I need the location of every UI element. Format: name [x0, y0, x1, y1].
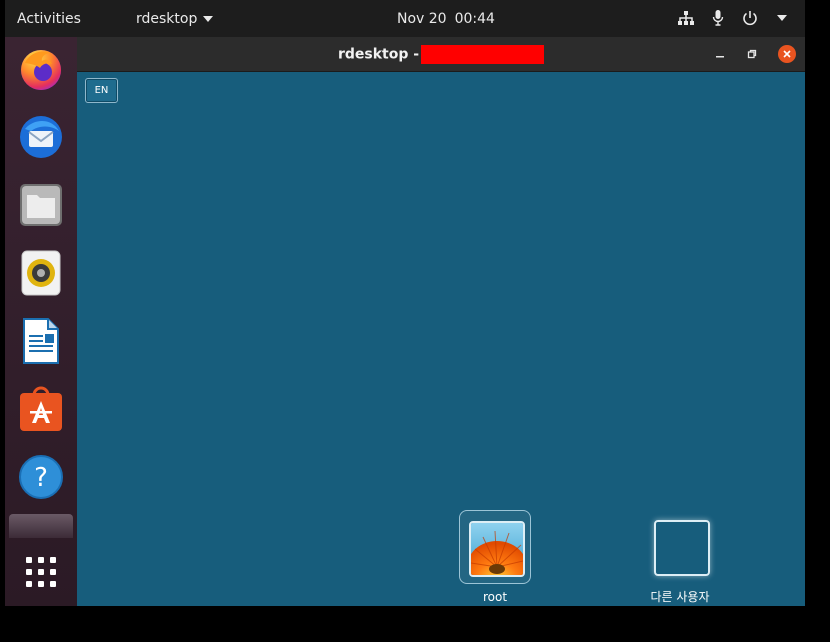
system-tray[interactable] — [677, 9, 791, 27]
app-menu-label: rdesktop — [136, 11, 198, 27]
remote-desktop-area[interactable]: EN root 다른 사용자 — [77, 72, 805, 606]
empty-avatar — [654, 520, 710, 576]
show-apps-icon[interactable] — [17, 548, 65, 596]
microphone-icon[interactable] — [709, 9, 727, 27]
avatar — [469, 521, 525, 577]
window-titlebar[interactable]: rdesktop - — [77, 37, 805, 72]
rdesktop-window: rdesktop - EN root 다른 사용자 — [77, 37, 805, 606]
files-icon[interactable] — [17, 181, 65, 229]
libreoffice-writer-icon[interactable] — [17, 317, 65, 365]
close-button[interactable] — [778, 45, 796, 63]
caret-down-icon — [203, 16, 214, 22]
power-icon[interactable] — [741, 9, 759, 27]
help-icon[interactable]: ? — [17, 453, 65, 501]
chevron-down-icon[interactable] — [773, 9, 791, 27]
network-icon[interactable] — [677, 9, 695, 27]
rhythmbox-icon[interactable] — [17, 249, 65, 297]
user-tile-other[interactable]: 다른 사용자 — [645, 510, 715, 605]
window-title-text: rdesktop - — [337, 46, 420, 63]
dock-running-indicator — [9, 514, 73, 538]
app-menu[interactable]: rdesktop — [136, 11, 214, 27]
minimize-button[interactable] — [711, 45, 729, 63]
user-tile-root[interactable]: root — [459, 510, 531, 604]
language-indicator[interactable]: EN — [85, 78, 118, 103]
svg-text:?: ? — [34, 463, 48, 493]
thunderbird-icon[interactable] — [17, 113, 65, 161]
clock-date: Nov 20 — [397, 11, 447, 27]
user-name: 다른 사용자 — [650, 590, 710, 604]
restore-button[interactable] — [743, 45, 761, 63]
firefox-icon[interactable] — [17, 45, 65, 93]
clock[interactable]: Nov 20 00:44 — [397, 11, 495, 27]
user-frame — [645, 510, 715, 582]
user-name: root — [482, 590, 508, 604]
window-title: rdesktop - — [77, 45, 805, 64]
software-center-icon[interactable] — [17, 385, 65, 433]
user-frame — [459, 510, 531, 584]
activities-button[interactable]: Activities — [17, 11, 81, 27]
redacted-host — [421, 45, 545, 64]
clock-time: 00:44 — [454, 11, 495, 27]
dock: ? — [5, 37, 77, 606]
top-panel: Activities rdesktop Nov 20 00:44 — [5, 0, 805, 37]
